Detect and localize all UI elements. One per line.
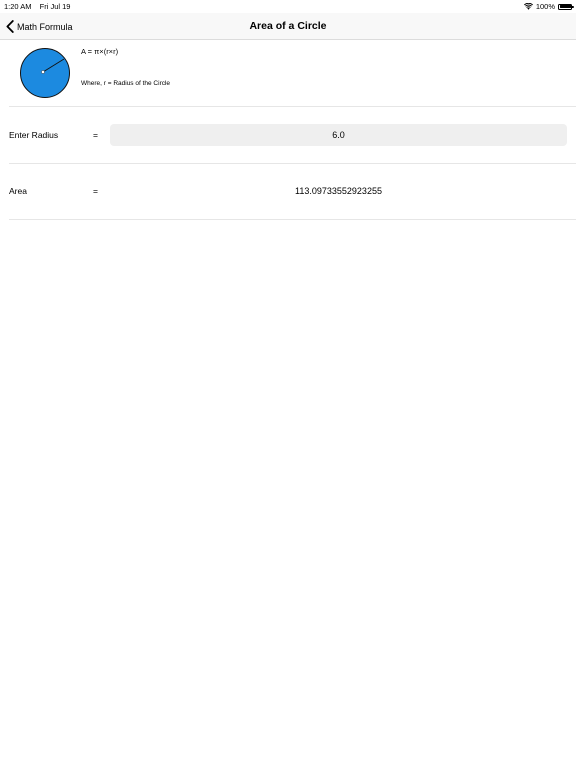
page-title: Area of a Circle — [249, 20, 327, 32]
radius-input[interactable] — [110, 124, 567, 146]
wifi-icon — [523, 3, 533, 10]
equals-sign: = — [93, 186, 98, 196]
area-value: 113.09733552923255 — [295, 186, 382, 196]
circle-shape — [20, 48, 70, 98]
formula-section: A = π×(r×r) Where, r = Radius of the Cir… — [0, 40, 576, 107]
status-right: 100% — [523, 0, 574, 13]
circle-diagram — [20, 48, 70, 98]
radius-label: Enter Radius — [9, 130, 59, 140]
divider — [9, 219, 576, 220]
formula-legend: Where, r = Radius of the Circle — [81, 80, 171, 87]
navigation-bar: Math Formula Area of a Circle — [0, 13, 576, 40]
status-date: Fri Jul 19 — [39, 2, 71, 11]
battery-icon — [558, 3, 574, 10]
battery-percent: 100% — [535, 2, 555, 11]
area-result-row: Area = 113.09733552923255 — [0, 163, 576, 219]
radius-input-row: Enter Radius = — [0, 107, 576, 163]
equals-sign: = — [93, 130, 98, 140]
status-left: 1:20 AM Fri Jul 19 — [4, 0, 70, 13]
formula-equation: A = π×(r×r) — [81, 47, 119, 56]
status-time: 1:20 AM — [4, 2, 32, 11]
center-point — [41, 70, 45, 74]
status-bar: 1:20 AM Fri Jul 19 100% — [0, 0, 576, 13]
area-label: Area — [9, 186, 27, 196]
